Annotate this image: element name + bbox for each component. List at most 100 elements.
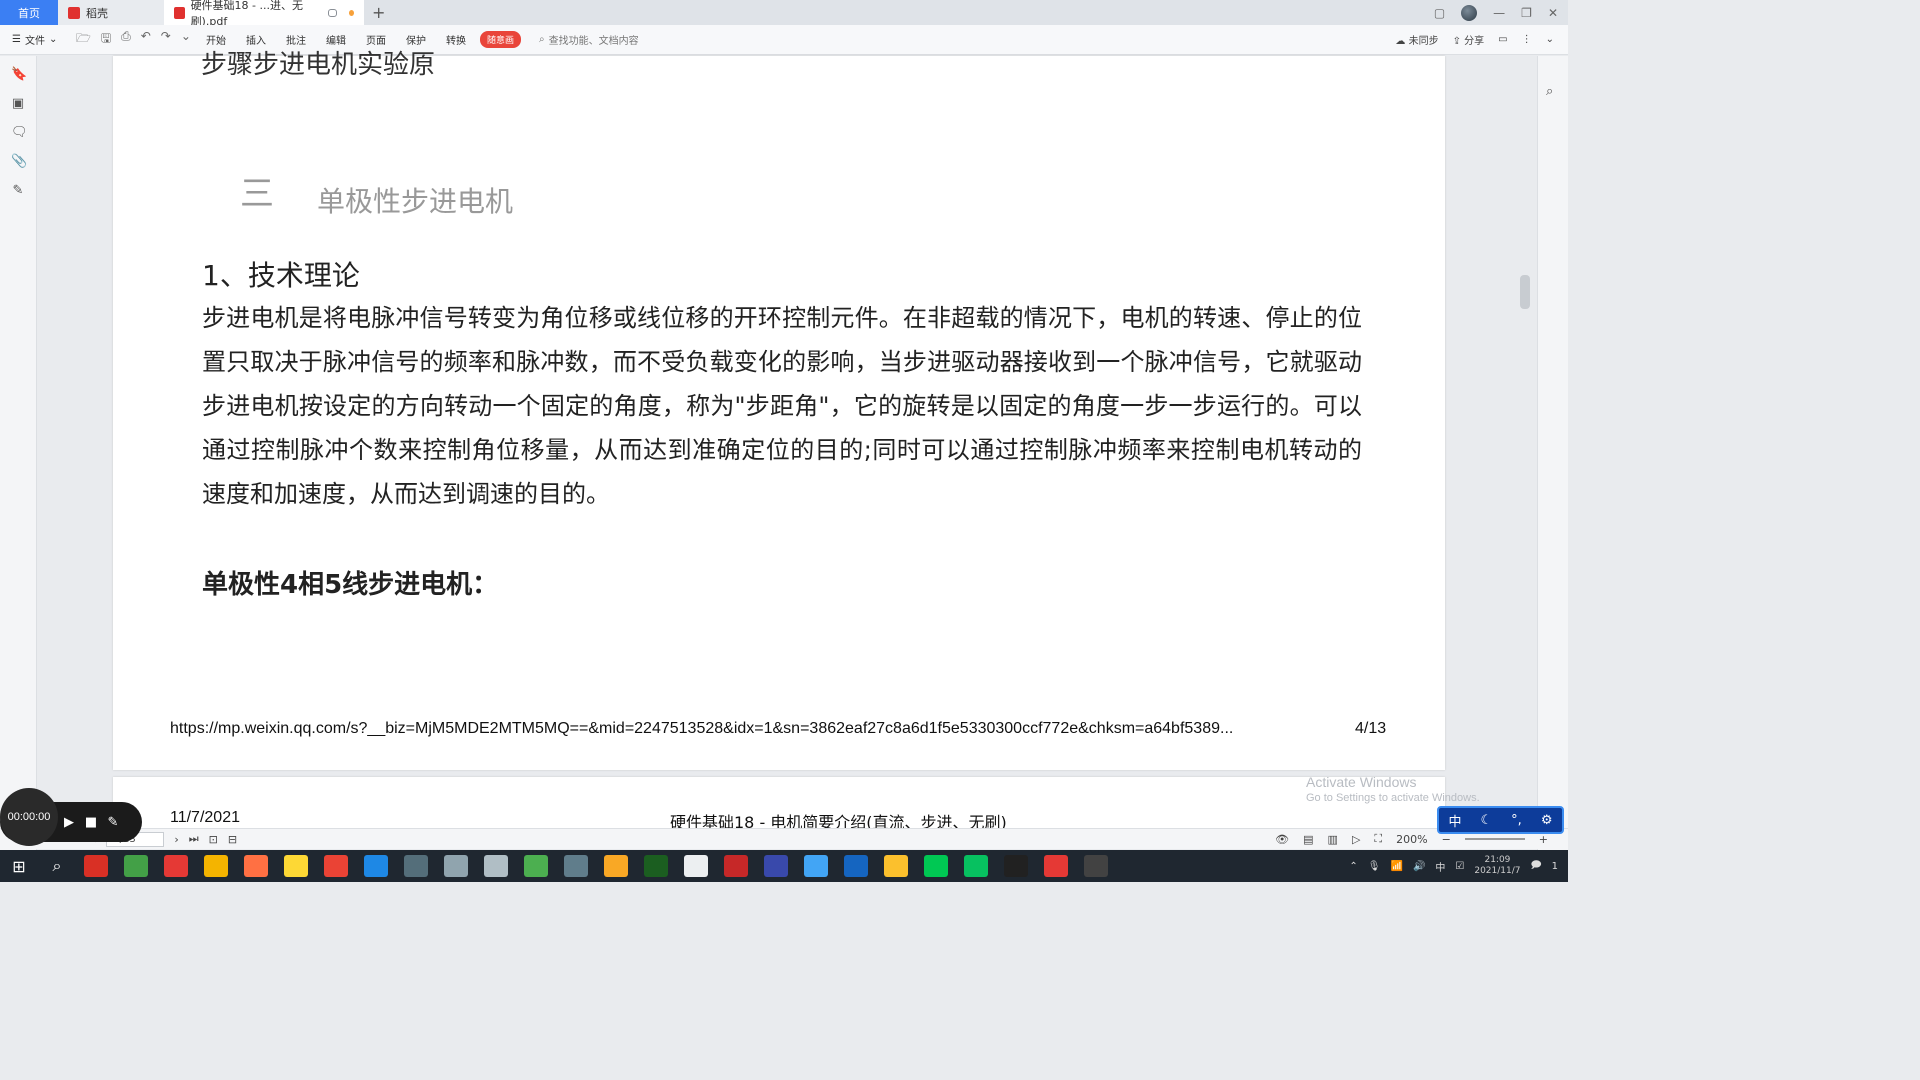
taskbar-app-icon[interactable] [124,855,148,877]
tab-comment-icon[interactable] [327,8,337,17]
play-recording-icon[interactable]: ▶ [58,815,80,830]
share-button[interactable]: ⇪ 分享 [1453,32,1485,47]
taskbar-app-icon[interactable] [164,855,188,877]
tab-daoke[interactable]: 稻壳 [58,0,164,25]
windows-start-icon[interactable]: ⊞ [0,857,38,876]
next-page-icon[interactable]: › [174,833,178,846]
taskbar-clock[interactable]: 21:09 2021/11/7 [1474,855,1520,877]
avatar[interactable] [1461,4,1478,21]
taskbar-app-icon[interactable] [204,855,228,877]
section-number: 三 [240,174,274,214]
stop-recording-icon[interactable]: ■ [80,815,102,830]
layout-icon[interactable]: ▢ [1434,6,1445,20]
taskbar-app-icon[interactable] [884,855,908,877]
taskbar-app-icon[interactable] [244,855,268,877]
taskbar-app-icon[interactable] [324,855,348,877]
taskbar-app-icon[interactable] [844,855,868,877]
window-controls: ▢ — ❐ ✕ [1434,0,1568,25]
moon-icon[interactable]: ☾ [1481,813,1493,828]
notification-count: 1 [1551,860,1558,872]
play-icon[interactable]: ▷ [1352,833,1360,846]
annotation-icon[interactable]: 🗨 [11,126,28,140]
save-icon[interactable]: 🖫 [101,29,111,50]
taskbar-app-icon[interactable] [1084,855,1108,877]
taskbar-app-icon[interactable] [364,855,388,877]
print-icon[interactable]: ⎙ [121,29,131,50]
tab-pdf-document[interactable]: 硬件基础18 - ...进、无刷).pdf [164,0,364,28]
vertical-scrollbar[interactable] [1520,275,1530,309]
ime-toolbar: 中 ☾ °, ⚙ [1437,806,1564,834]
security-icon[interactable]: ☑ [1455,861,1464,872]
microphone-icon[interactable]: 🎙 [1368,861,1381,872]
restore-icon[interactable]: ❐ [1521,6,1532,20]
new-tab-button[interactable]: + [364,0,393,25]
punctuation-icon[interactable]: °, [1511,813,1522,828]
undo-icon[interactable]: ↶ [141,29,151,50]
pen-icon[interactable]: ✎ [102,815,124,830]
tray-chevron-icon[interactable]: ⌃ [1349,861,1357,872]
volume-icon[interactable]: 🔊 [1413,861,1425,872]
taskbar-app-icon[interactable] [84,855,108,877]
fullscreen-icon[interactable]: ⛶ [1374,832,1382,846]
ime-language[interactable]: 中 [1449,811,1462,830]
chevron-down-icon: ⌄ [48,34,58,45]
ribbon-tab-convert[interactable]: 转换 [436,32,476,47]
more-chevron-icon[interactable]: ⌄ [181,29,191,50]
right-sidebar: ⌕ [1537,56,1568,850]
taskbar-app-icon[interactable] [724,855,748,877]
cloud-icon: ☁ [1395,36,1406,47]
taskbar-app-icon[interactable] [604,855,628,877]
taskbar-app-icon[interactable] [564,855,588,877]
taskbar-app-icon[interactable] [1004,855,1028,877]
taskbar-app-icon[interactable] [484,855,508,877]
taskbar-app-icon[interactable] [404,855,428,877]
redo-icon[interactable]: ↷ [161,29,171,50]
more-icon[interactable]: ⋮ [1522,34,1532,45]
taskbar-app-icon[interactable] [684,855,708,877]
notification-icon[interactable]: 🗩 [1531,858,1542,875]
bookmark-icon[interactable]: 🔖 [11,68,27,82]
file-menu[interactable]: ☰ 文件 ⌄ [0,32,70,47]
last-page-icon[interactable]: ⏭ [189,832,199,846]
quick-access: 🗁 🖫 ⎙ ↶ ↷ ⌄ [70,29,196,50]
tray-ime[interactable]: 中 [1435,859,1445,874]
network-icon[interactable]: 📶 [1390,861,1402,872]
zoom-slider[interactable] [1464,838,1525,840]
taskbar-app-icon[interactable] [284,855,308,877]
ribbon-hot-button[interactable]: 随意画 [480,31,522,48]
status-bar: ⏮ ‹ 4/13 › ⏭ ⊡ ⊟ 👁 ▤ ▥ ▷ ⛶ 200% − + [0,828,1568,849]
zoom-in-icon[interactable]: + [1539,833,1548,846]
taskbar-app-icon[interactable] [924,855,948,877]
share-icon: ⇪ [1452,36,1461,47]
signature-icon[interactable]: ✎ [11,184,25,198]
close-icon[interactable]: ✕ [1548,6,1558,20]
taskbar-app-icon[interactable] [964,855,988,877]
tab-home[interactable]: 首页 [0,0,58,25]
open-folder-icon[interactable]: 🗁 [76,29,91,50]
zoom-search-icon[interactable]: ⌕ [1546,84,1553,99]
minimize-icon[interactable]: — [1493,6,1505,20]
taskbar-search-icon[interactable]: ⌕ [38,856,76,876]
eye-protect-icon[interactable]: 👁 [1275,833,1289,846]
ime-settings-icon[interactable]: ⚙ [1541,813,1553,828]
daoke-logo-icon [68,6,80,19]
taskbar-app-icon[interactable] [764,855,788,877]
fit-width-icon[interactable]: ⊟ [228,833,237,846]
zoom-out-icon[interactable]: − [1442,833,1451,846]
taskbar-app-icon[interactable] [1044,855,1068,877]
taskbar-app-icon[interactable] [644,855,668,877]
heading-theory: 1、技术理论 [202,259,360,292]
comment-icon[interactable]: ▭ [1498,34,1507,45]
taskbar-app-icon[interactable] [444,855,468,877]
fit-page-icon[interactable]: ⊡ [209,833,218,846]
taskbar-app-icon[interactable] [524,855,548,877]
sync-button[interactable]: ☁ 未同步 [1395,32,1438,47]
double-page-icon[interactable]: ▥ [1328,833,1338,846]
thumbnail-icon[interactable]: ▣ [11,97,25,111]
zoom-percent[interactable]: 200% [1396,833,1427,846]
attachment-icon[interactable]: 📎 [11,155,27,169]
taskbar-app-icon[interactable] [804,855,828,877]
feature-search[interactable]: ⌕ 查找功能、文档内容 [539,32,639,47]
single-page-icon[interactable]: ▤ [1303,833,1313,846]
collapse-ribbon-icon[interactable]: ⌄ [1546,34,1554,45]
